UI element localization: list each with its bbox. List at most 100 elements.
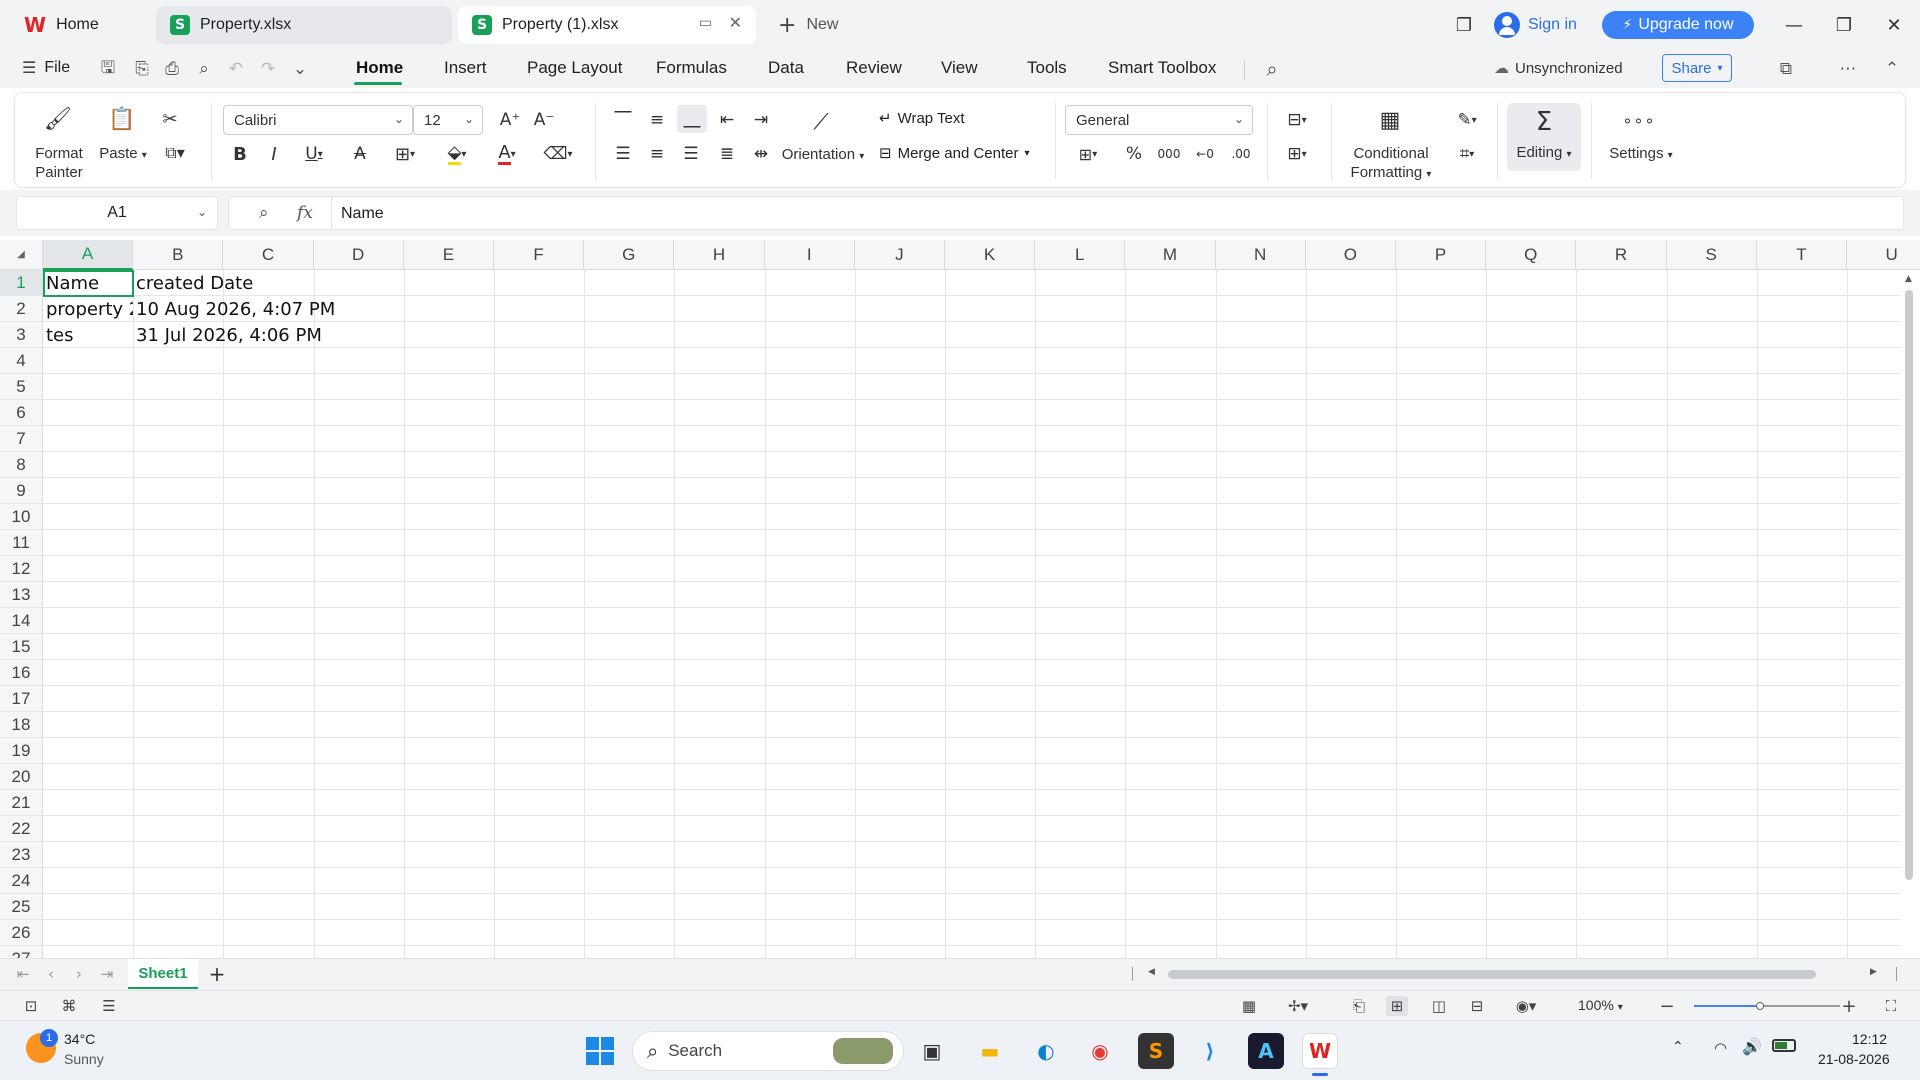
number-format-dropdown[interactable]: General ⌄ bbox=[1065, 105, 1253, 135]
row-header-26[interactable]: 26 bbox=[0, 920, 43, 946]
export-icon[interactable]: ⎘ bbox=[130, 58, 154, 80]
italic-icon[interactable]: I bbox=[261, 141, 287, 167]
decrease-indent-icon[interactable]: ⇤ bbox=[713, 107, 741, 133]
row-header-8[interactable]: 8 bbox=[0, 452, 43, 478]
chevron-up-icon[interactable]: ⌃ bbox=[1672, 1039, 1684, 1055]
print-preview-icon[interactable]: ⌕ bbox=[192, 58, 216, 80]
select-all-corner[interactable]: ◢ bbox=[0, 240, 43, 270]
menu-view[interactable]: View bbox=[941, 58, 978, 78]
row-header-12[interactable]: 12 bbox=[0, 556, 43, 582]
vscode-icon[interactable]: ⟩ bbox=[1192, 1033, 1228, 1069]
row-header-4[interactable]: 4 bbox=[0, 348, 43, 374]
column-header-h[interactable]: H bbox=[674, 240, 765, 270]
minimize-icon[interactable]: — bbox=[1774, 10, 1814, 40]
zoom-formula-icon[interactable]: ⌕ bbox=[259, 203, 269, 223]
align-center-icon[interactable]: ≡ bbox=[643, 141, 671, 167]
vertical-scrollbar[interactable]: ▲ ▼ bbox=[1900, 270, 1920, 958]
strikethrough-icon[interactable]: A bbox=[347, 141, 373, 167]
fullscreen-icon[interactable]: ⛶ bbox=[1880, 996, 1902, 1016]
column-header-q[interactable]: Q bbox=[1486, 240, 1577, 270]
column-header-j[interactable]: J bbox=[854, 240, 945, 270]
column-header-k[interactable]: K bbox=[945, 240, 1036, 270]
zoom-in-icon[interactable]: + bbox=[1838, 996, 1860, 1017]
save-icon[interactable]: 🖫 bbox=[96, 58, 120, 80]
row-header-2[interactable]: 2 bbox=[0, 296, 43, 322]
redo-icon[interactable]: ↷ bbox=[256, 58, 280, 80]
sheet-tab-sheet1[interactable]: Sheet1 bbox=[128, 959, 198, 989]
row-header-1[interactable]: 1 bbox=[0, 270, 43, 296]
copy-icon[interactable]: ⧉▾ bbox=[157, 141, 193, 165]
file-menu[interactable]: ☰ File bbox=[22, 58, 70, 77]
row-header-24[interactable]: 24 bbox=[0, 868, 43, 894]
zoom-dropdown[interactable]: 100% ▾ bbox=[1578, 997, 1623, 1013]
more-options-icon[interactable]: ⋯ bbox=[1836, 58, 1860, 80]
edge-browser-icon[interactable]: ◐ bbox=[1028, 1033, 1064, 1069]
row-header-21[interactable]: 21 bbox=[0, 790, 43, 816]
increase-font-icon[interactable]: A⁺ bbox=[497, 107, 523, 133]
close-window-icon[interactable]: ✕ bbox=[1874, 10, 1914, 40]
row-header-20[interactable]: 20 bbox=[0, 764, 43, 790]
conditional-formatting-icon[interactable]: ▦ bbox=[1373, 105, 1407, 135]
page-layout-view-icon[interactable]: ◫ bbox=[1428, 996, 1450, 1016]
zoom-slider-thumb[interactable] bbox=[1756, 1002, 1764, 1010]
justify-icon[interactable]: ≣ bbox=[713, 141, 741, 167]
scroll-left-icon[interactable]: ◀ bbox=[1148, 967, 1155, 977]
row-header-7[interactable]: 7 bbox=[0, 426, 43, 452]
row-header-5[interactable]: 5 bbox=[0, 374, 43, 400]
font-name-dropdown[interactable]: Calibri ⌄ bbox=[223, 105, 413, 135]
name-box[interactable]: A1 ⌄ bbox=[16, 196, 218, 230]
crop-icon[interactable]: ⌗ ▾ bbox=[1447, 141, 1487, 167]
row-header-18[interactable]: 18 bbox=[0, 712, 43, 738]
more-chevron-icon[interactable]: ⌄ bbox=[288, 58, 312, 80]
menu-data[interactable]: Data bbox=[768, 58, 804, 78]
distributed-icon[interactable]: ⇹ bbox=[747, 141, 775, 167]
toolbar-toggle-icon[interactable]: ⧉ bbox=[1774, 58, 1798, 80]
accounting-format-icon[interactable]: ⊞ ▾ bbox=[1069, 141, 1107, 167]
conditional-formatting-button[interactable]: Conditional Formatting ▾ bbox=[1341, 144, 1441, 184]
new-tab-button[interactable]: + New bbox=[764, 6, 864, 44]
column-header-r[interactable]: R bbox=[1576, 240, 1667, 270]
align-top-icon[interactable]: ⎺ bbox=[609, 107, 637, 133]
column-header-a[interactable]: A bbox=[43, 240, 134, 270]
restore-icon[interactable]: ❐ bbox=[1824, 10, 1864, 40]
decrease-font-icon[interactable]: A⁻ bbox=[531, 107, 557, 133]
clock-time[interactable]: 12:12 bbox=[1852, 1031, 1887, 1047]
column-header-b[interactable]: B bbox=[133, 240, 224, 270]
row-header-15[interactable]: 15 bbox=[0, 634, 43, 660]
row-header-9[interactable]: 9 bbox=[0, 478, 43, 504]
bold-icon[interactable]: B bbox=[227, 141, 253, 167]
column-header-f[interactable]: F bbox=[494, 240, 585, 270]
tab-property-xlsx[interactable]: S Property.xlsx bbox=[156, 6, 452, 44]
increase-indent-icon[interactable]: ⇥ bbox=[747, 107, 775, 133]
percent-icon[interactable]: % bbox=[1121, 141, 1147, 167]
column-header-n[interactable]: N bbox=[1215, 240, 1306, 270]
cut-icon[interactable]: ✂ bbox=[157, 107, 183, 131]
cell-b1[interactable]: created Date bbox=[133, 270, 253, 296]
orientation-icon[interactable]: ⟋ bbox=[805, 107, 837, 137]
macro-icon[interactable]: ⌘ bbox=[58, 996, 80, 1016]
row-header-10[interactable]: 10 bbox=[0, 504, 43, 530]
volume-icon[interactable]: 🔊 bbox=[1742, 1037, 1762, 1056]
cell-style-icon[interactable]: ✎ ▾ bbox=[1447, 107, 1487, 133]
formula-content[interactable]: Name bbox=[341, 205, 384, 223]
scroll-right-icon[interactable]: ▶ bbox=[1870, 967, 1877, 977]
horizontal-scroll-thumb[interactable] bbox=[1168, 970, 1816, 979]
row-header-23[interactable]: 23 bbox=[0, 842, 43, 868]
clear-format-icon[interactable]: ⌫ ▾ bbox=[537, 141, 579, 167]
read-mode-icon[interactable]: ⎗ bbox=[1348, 996, 1370, 1016]
format-painter-icon[interactable]: 🖌 bbox=[43, 105, 73, 133]
monitor-icon[interactable]: ▭ bbox=[699, 15, 712, 31]
row-header-13[interactable]: 13 bbox=[0, 582, 43, 608]
sync-status[interactable]: ☁ Unsynchronized bbox=[1494, 59, 1623, 77]
menu-review[interactable]: Review bbox=[846, 58, 902, 78]
decrease-decimal-icon[interactable]: .00 bbox=[1227, 141, 1255, 167]
menu-smart-toolbox[interactable]: Smart Toolbox bbox=[1108, 58, 1216, 78]
row-header-6[interactable]: 6 bbox=[0, 400, 43, 426]
align-left-icon[interactable]: ☰ bbox=[609, 141, 637, 167]
align-middle-icon[interactable]: ≡ bbox=[643, 107, 671, 133]
row-header-14[interactable]: 14 bbox=[0, 608, 43, 634]
column-header-i[interactable]: I bbox=[764, 240, 855, 270]
paste-icon[interactable]: 📋 bbox=[107, 105, 137, 133]
row-column-icon[interactable]: ⊟ ▾ bbox=[1277, 107, 1317, 133]
cell-a2[interactable]: property 2 bbox=[43, 296, 133, 322]
